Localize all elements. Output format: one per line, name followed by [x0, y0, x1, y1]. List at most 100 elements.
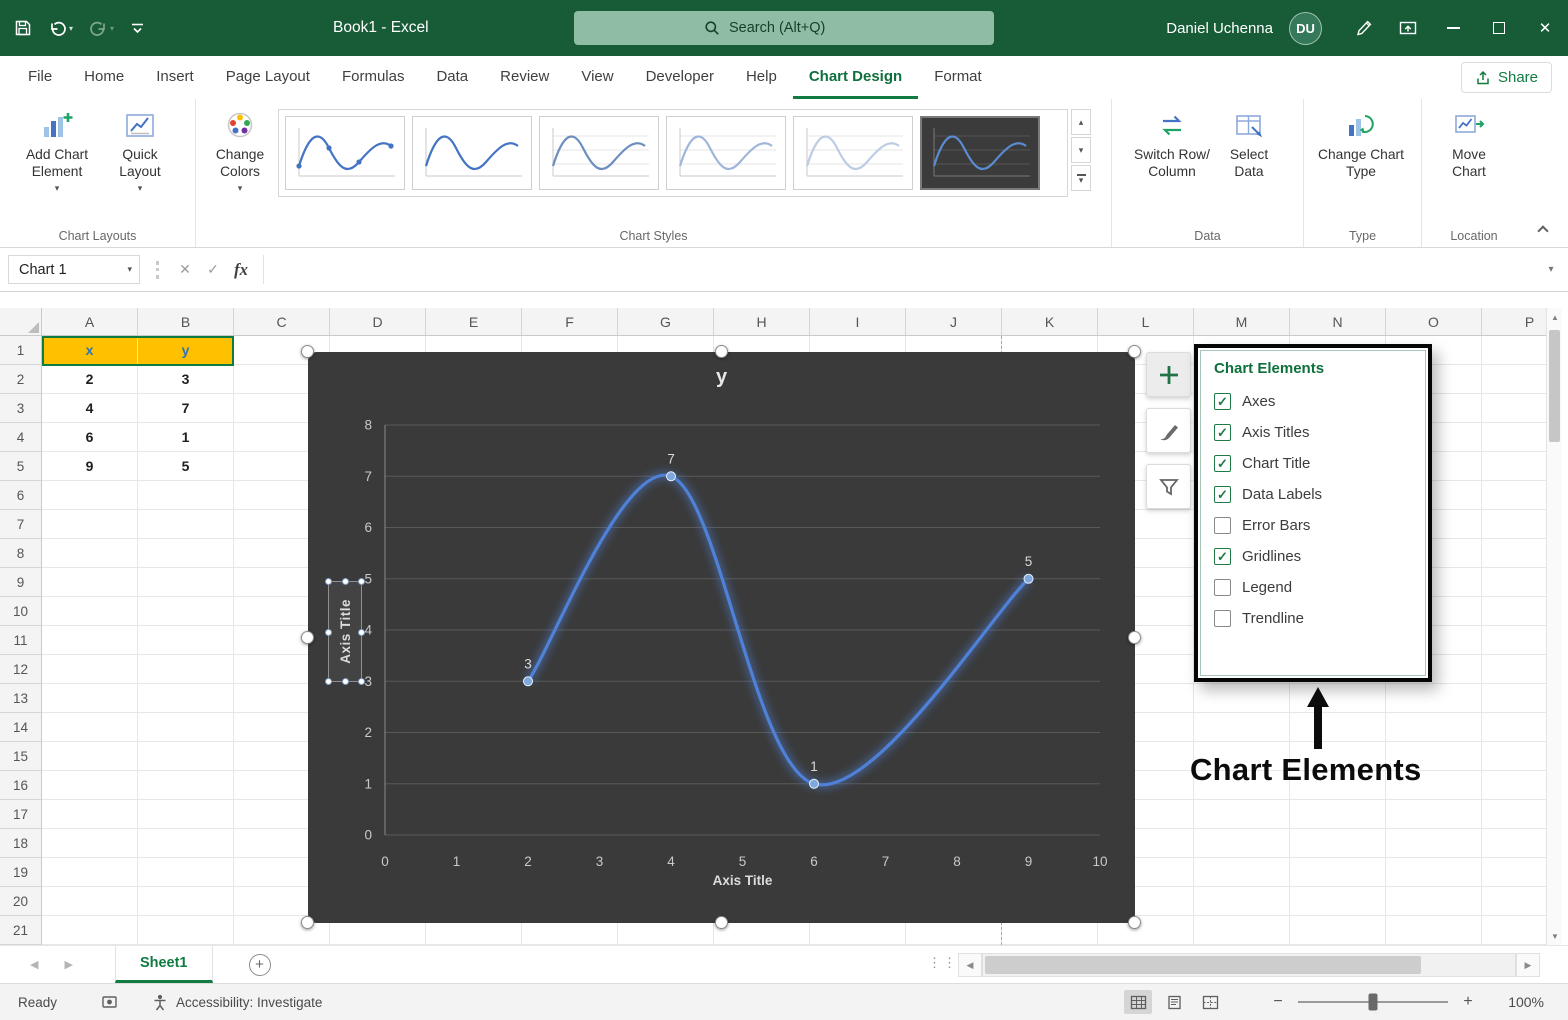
selection-handle[interactable] — [358, 578, 365, 585]
chevron-down-icon[interactable]: ▾ — [69, 24, 73, 33]
accessibility-status[interactable]: Accessibility: Investigate — [152, 994, 322, 1011]
cell-P18[interactable] — [1482, 829, 1546, 858]
tab-insert[interactable]: Insert — [140, 56, 210, 99]
cell-P10[interactable] — [1482, 597, 1546, 626]
row-header-8[interactable]: 8 — [0, 539, 42, 568]
x-axis-title[interactable]: Axis Title — [385, 873, 1100, 888]
change-chart-type-button[interactable]: Change Chart Type — [1318, 101, 1404, 180]
cell-P11[interactable] — [1482, 626, 1546, 655]
cell-A11[interactable] — [42, 626, 138, 655]
cell-B9[interactable] — [138, 568, 234, 597]
cell-P21[interactable] — [1482, 916, 1546, 945]
row-header-21[interactable]: 21 — [0, 916, 42, 945]
cell-O18[interactable] — [1386, 829, 1482, 858]
cell-M13[interactable] — [1194, 684, 1290, 713]
scroll-left-arrow[interactable]: ◀ — [958, 953, 982, 977]
chart-style-5[interactable] — [793, 116, 913, 190]
cell-A2[interactable]: 2 — [42, 365, 138, 394]
checkbox-legend[interactable] — [1214, 579, 1231, 596]
chart[interactable]: 0 1 2 3 4 5 6 7 8 0 1 2 3 4 5 6 7 8 9 10 3 7 1 5 y Axis Title A… — [308, 352, 1135, 923]
cell-B18[interactable] — [138, 829, 234, 858]
cell-B11[interactable] — [138, 626, 234, 655]
cell-P20[interactable] — [1482, 887, 1546, 916]
chart-title[interactable]: y — [308, 366, 1135, 389]
cell-M20[interactable] — [1194, 887, 1290, 916]
column-header-d[interactable]: D — [330, 308, 426, 336]
view-page-break-button[interactable] — [1196, 990, 1224, 1014]
chart-style-3[interactable] — [539, 116, 659, 190]
scroll-right-arrow[interactable]: ▶ — [1516, 953, 1540, 977]
change-colors-button[interactable]: Change Colors ▾ — [202, 101, 278, 197]
chart-element-item-legend[interactable]: Legend — [1214, 572, 1425, 603]
cell-B20[interactable] — [138, 887, 234, 916]
cell-M18[interactable] — [1194, 829, 1290, 858]
chart-resize-handle-n[interactable] — [715, 345, 728, 358]
selection-handle[interactable] — [325, 578, 332, 585]
row-header-5[interactable]: 5 — [0, 452, 42, 481]
cell-P13[interactable] — [1482, 684, 1546, 713]
row-header-15[interactable]: 15 — [0, 742, 42, 771]
cell-A7[interactable] — [42, 510, 138, 539]
select-all-corner[interactable] — [0, 308, 42, 336]
cell-N19[interactable] — [1290, 858, 1386, 887]
chart-element-item-trendline[interactable]: Trendline — [1214, 603, 1425, 634]
cell-P15[interactable] — [1482, 742, 1546, 771]
row-header-12[interactable]: 12 — [0, 655, 42, 684]
cell-P19[interactable] — [1482, 858, 1546, 887]
user-name[interactable]: Daniel Uchenna — [1166, 20, 1273, 37]
chart-element-item-axis-titles[interactable]: ✓ Axis Titles — [1214, 417, 1425, 448]
row-header-3[interactable]: 3 — [0, 394, 42, 423]
cell-M19[interactable] — [1194, 858, 1290, 887]
cell-A17[interactable] — [42, 800, 138, 829]
cell-B2[interactable]: 3 — [138, 365, 234, 394]
cell-N18[interactable] — [1290, 829, 1386, 858]
chart-elements-button[interactable] — [1146, 352, 1191, 397]
row-header-4[interactable]: 4 — [0, 423, 42, 452]
column-header-l[interactable]: L — [1098, 308, 1194, 336]
row-header-7[interactable]: 7 — [0, 510, 42, 539]
cell-B1[interactable]: y — [138, 336, 234, 365]
scroll-down-arrow[interactable]: ▼ — [1547, 927, 1563, 945]
cell-O21[interactable] — [1386, 916, 1482, 945]
gallery-more-button[interactable]: ▾ — [1071, 165, 1091, 191]
new-sheet-button[interactable]: + — [248, 953, 271, 976]
maximize-button[interactable] — [1476, 0, 1522, 56]
row-header-9[interactable]: 9 — [0, 568, 42, 597]
cell-A16[interactable] — [42, 771, 138, 800]
column-header-i[interactable]: I — [810, 308, 906, 336]
cell-B14[interactable] — [138, 713, 234, 742]
row-header-19[interactable]: 19 — [0, 858, 42, 887]
cell-M21[interactable] — [1194, 916, 1290, 945]
cell-B5[interactable]: 5 — [138, 452, 234, 481]
cell-A6[interactable] — [42, 481, 138, 510]
undo-button[interactable]: ▾ — [48, 19, 73, 37]
cell-P4[interactable] — [1482, 423, 1546, 452]
cell-B15[interactable] — [138, 742, 234, 771]
tab-help[interactable]: Help — [730, 56, 793, 99]
row-header-10[interactable]: 10 — [0, 597, 42, 626]
cell-N17[interactable] — [1290, 800, 1386, 829]
tab-file[interactable]: File — [12, 56, 68, 99]
cell-O19[interactable] — [1386, 858, 1482, 887]
checkbox-chart-title[interactable]: ✓ — [1214, 455, 1231, 472]
move-chart-button[interactable]: Move Chart — [1436, 101, 1502, 180]
close-button[interactable]: ✕ — [1522, 0, 1568, 56]
checkbox-axis-titles[interactable]: ✓ — [1214, 424, 1231, 441]
collapse-ribbon-button[interactable] — [1536, 223, 1550, 237]
cell-A5[interactable]: 9 — [42, 452, 138, 481]
chart-element-item-error-bars[interactable]: Error Bars — [1214, 510, 1425, 541]
row-header-17[interactable]: 17 — [0, 800, 42, 829]
cell-A10[interactable] — [42, 597, 138, 626]
cell-B16[interactable] — [138, 771, 234, 800]
cell-B13[interactable] — [138, 684, 234, 713]
cell-N21[interactable] — [1290, 916, 1386, 945]
cell-A1[interactable]: x — [42, 336, 138, 365]
cell-A3[interactable]: 4 — [42, 394, 138, 423]
tab-formulas[interactable]: Formulas — [326, 56, 421, 99]
row-header-16[interactable]: 16 — [0, 771, 42, 800]
cancel-button[interactable]: ✕ — [171, 261, 199, 278]
row-header-11[interactable]: 11 — [0, 626, 42, 655]
avatar[interactable]: DU — [1289, 11, 1322, 45]
cell-O17[interactable] — [1386, 800, 1482, 829]
tab-split-handle[interactable]: ⋮⋮ — [928, 955, 958, 971]
